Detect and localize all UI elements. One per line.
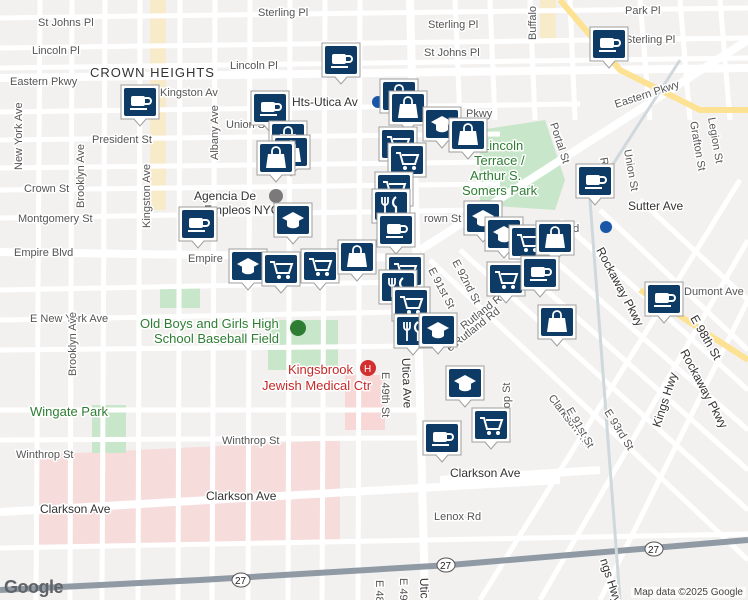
subway-label: n Hts-Utica Av [282, 95, 358, 109]
street-label: Sterling Pl [625, 34, 675, 46]
map-canvas[interactable]: Sterling Pl Sterling Pl Sterling Pl St J… [0, 0, 748, 600]
subway-station[interactable] [600, 221, 612, 233]
street-label: Clarkson Ave [450, 466, 521, 480]
street-label: St Johns Pl [424, 47, 480, 59]
street-label: E 49th St [379, 372, 391, 417]
park-label: Lincoln [482, 138, 523, 153]
svg-text:27: 27 [648, 545, 660, 556]
street-label: Kingston Ave [141, 164, 153, 228]
neighborhood-label: CROWN HEIGHTS [90, 65, 215, 80]
street-label: Sterling Pl [258, 7, 308, 19]
street-label: Albany Ave [209, 105, 221, 160]
route-shield: 27 [436, 557, 456, 573]
street-label: Lenox Rd [434, 511, 481, 523]
park-label: Somers Park [462, 183, 538, 198]
street-label: Dumont Ave [684, 286, 744, 298]
yellow-zone-2 [540, 0, 556, 40]
agency-label: Agencia De [194, 189, 256, 203]
park-label: Arthur S. [470, 168, 521, 183]
wingate-park-label: Wingate Park [30, 404, 109, 419]
street-label: Sutter Ave [628, 199, 683, 213]
street-label: Utic [417, 578, 432, 599]
street-label: Sterling Pl [428, 19, 478, 31]
street-label: St Johns Pl [38, 17, 94, 29]
hospital-label: Kingsbrook [288, 362, 354, 377]
street-label: Eastern Pkwy [10, 76, 78, 88]
street-label: Brooklyn Ave [67, 312, 79, 376]
street-label: E 49 [397, 578, 409, 600]
hospital-label: Jewish Medical Ctr [262, 378, 372, 393]
map-attribution[interactable]: Map data ©2025 Google [630, 587, 746, 598]
route-shield: 27 [644, 541, 664, 557]
street-label: Empire [188, 253, 223, 265]
street-label: E 48 [373, 580, 385, 600]
street-label: Brooklyn Ave [75, 144, 87, 208]
street-label: Park Pl [625, 5, 660, 17]
street-label: President St [92, 134, 152, 146]
street-label: Montgomery St [18, 213, 93, 225]
svg-text:27: 27 [235, 576, 247, 587]
svg-text:H: H [364, 364, 371, 375]
google-logo: Google [4, 577, 64, 597]
field-label: Old Boys and Girls High [140, 316, 279, 331]
street-label: New York Ave [13, 102, 25, 170]
street-label: Kingston Av [160, 87, 218, 99]
street-label: Winthrop St [16, 449, 73, 461]
street-label: Lincoln Pl [32, 45, 80, 57]
street-label: Crown St [24, 183, 69, 195]
street-label: Buffalo [527, 6, 539, 40]
street-label: Winthrop St [222, 435, 279, 447]
street-label: Empire Blvd [14, 247, 73, 259]
street-label: Lincoln Pl [230, 60, 278, 72]
street-label: Clarkson Ave [40, 502, 111, 516]
field-label: School Baseball Field [154, 331, 279, 346]
park-label: Terrace / [474, 153, 525, 168]
svg-text:27: 27 [440, 561, 452, 572]
route-shield: 27 [231, 572, 251, 588]
street-label: Clarkson Ave [206, 489, 277, 503]
street-label: Utica Ave [399, 358, 415, 409]
street-label: rown St [424, 213, 461, 225]
